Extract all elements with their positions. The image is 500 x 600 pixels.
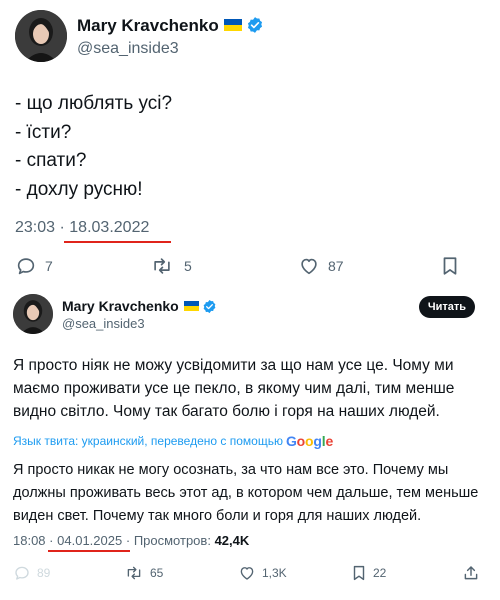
tweet-2: Mary Kravchenko @sea_inside3 Читать Я пр… — [0, 287, 500, 600]
like-icon — [298, 255, 320, 277]
reply-icon — [13, 564, 31, 582]
tweet-actions: 7 5 87 — [0, 255, 500, 277]
retweet-icon — [124, 564, 144, 582]
tweet-actions: 89 65 1,3K 22 — [0, 564, 500, 584]
author-name-text: Mary Kravchenko — [77, 16, 219, 35]
meta-separator: · — [125, 533, 131, 548]
share-button[interactable] — [462, 564, 480, 582]
author-name[interactable]: Mary Kravchenko — [77, 16, 264, 36]
bookmark-button[interactable] — [440, 255, 460, 277]
avatar-image — [13, 294, 53, 334]
tweet-time: 23:03 — [15, 219, 56, 236]
bookmark-button[interactable]: 22 — [351, 564, 386, 582]
meta-separator: · — [59, 219, 65, 236]
tweet-line: - що люблять усі? — [15, 93, 173, 114]
translated-text: Я просто никак не могу осознать, за что … — [13, 462, 479, 524]
tweet-line: - дохлу русню! — [15, 178, 143, 200]
share-icon — [462, 564, 480, 582]
tweet-timestamp[interactable]: 23:03 · 18.03.2022 — [15, 219, 149, 237]
tweet-time: 18:08 — [13, 533, 46, 548]
author-handle[interactable]: @sea_inside3 — [62, 316, 145, 331]
bookmark-count: 22 — [373, 566, 387, 580]
like-button[interactable]: 1,3K — [238, 564, 287, 582]
avatar-image — [15, 10, 67, 62]
reply-count: 7 — [45, 258, 53, 274]
tweet-text: - що люблять усі? - їсти? - спати? - дох… — [15, 90, 172, 204]
tweet-line: - їсти? — [15, 121, 72, 143]
reply-icon — [15, 255, 37, 277]
author-name-text: Mary Kravchenko — [62, 298, 179, 314]
meta-separator: · — [49, 533, 54, 548]
verified-badge-icon — [246, 16, 264, 34]
reply-count: 89 — [37, 566, 51, 580]
views-count: 42,4K — [214, 533, 250, 548]
bookmark-icon — [440, 255, 460, 277]
like-icon — [238, 564, 256, 582]
tweet-1: Mary Kravchenko @sea_inside3 - що люблят… — [0, 0, 500, 287]
retweet-count: 65 — [150, 566, 164, 580]
retweet-count: 5 — [184, 258, 192, 274]
reply-button[interactable]: 89 — [13, 564, 50, 582]
tweet-line: - спати? — [15, 150, 87, 171]
author-name[interactable]: Mary Kravchenko — [62, 298, 217, 314]
translation-note-text: Язык твита: украинский, переведено с пом… — [13, 434, 283, 448]
verified-badge-icon — [202, 299, 217, 314]
tweet-date: 18.03.2022 — [69, 219, 150, 236]
read-button[interactable]: Читать — [419, 296, 475, 318]
date-underline — [48, 550, 130, 552]
like-count: 87 — [328, 258, 344, 274]
views-label: Просмотров: — [133, 533, 211, 548]
like-count: 1,3K — [262, 566, 287, 580]
author-handle[interactable]: @sea_inside3 — [77, 40, 179, 58]
translation-note[interactable]: Язык твита: украинский, переведено с пом… — [13, 433, 333, 449]
like-button[interactable]: 87 — [298, 255, 344, 277]
tweet-timestamp[interactable]: 18:08 · 04.01.2025 · Просмотров: 42,4K — [13, 533, 249, 548]
bookmark-icon — [351, 564, 367, 582]
tweet-date: 04.01.2025 — [57, 533, 123, 548]
ukraine-flag-icon — [223, 19, 242, 32]
avatar[interactable] — [15, 10, 67, 62]
ukraine-flag-icon — [183, 301, 199, 312]
google-logo: Google — [285, 433, 334, 449]
retweet-icon — [150, 255, 174, 277]
retweet-button[interactable]: 5 — [150, 255, 192, 277]
avatar[interactable] — [13, 294, 53, 334]
date-underline — [64, 241, 171, 243]
tweet-text: Я просто ніяк не можу усвідомити за що н… — [13, 357, 455, 420]
retweet-button[interactable]: 65 — [124, 564, 163, 582]
reply-button[interactable]: 7 — [15, 255, 53, 277]
